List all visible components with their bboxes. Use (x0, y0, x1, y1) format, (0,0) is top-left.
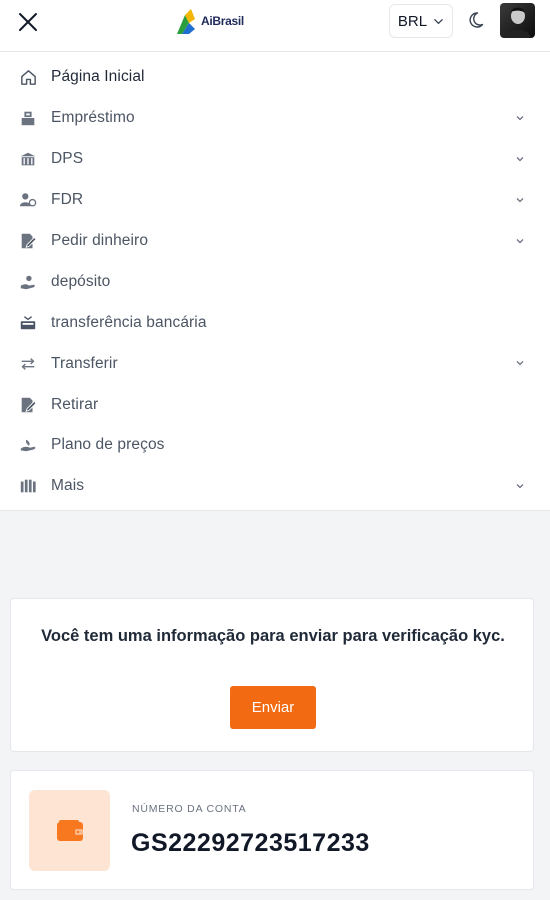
withdraw-icon (18, 395, 38, 415)
menu-item-label: Transferir (51, 354, 118, 372)
menu-item-label: depósito (51, 272, 111, 290)
chevron-down-icon (516, 197, 524, 203)
menu-item-home[interactable]: Página Inicial (0, 57, 550, 98)
menu-item-loan[interactable]: Empréstimo (0, 98, 550, 139)
account-number-label: NÚMERO DA CONTA (132, 803, 247, 815)
kyc-card: Você tem uma informação para enviar para… (10, 598, 534, 752)
menu-item-label: FDR (51, 191, 84, 209)
currency-select[interactable]: BRL (389, 4, 453, 38)
menu-item-wire-transfer[interactable]: transferência bancária (0, 302, 550, 343)
currency-value: BRL (397, 12, 428, 30)
close-icon[interactable] (16, 10, 40, 34)
loan-icon (18, 108, 38, 128)
account-card: NÚMERO DA CONTA GS22292723517233 (10, 770, 534, 890)
menu-item-more[interactable]: Mais (0, 466, 550, 507)
logo-text: AiBrasil (201, 14, 244, 28)
logo[interactable]: AiBrasil (171, 6, 244, 36)
menu-item-withdraw[interactable]: Retirar (0, 384, 550, 425)
pricing-plan-icon (18, 435, 38, 455)
menu-item-dps[interactable]: DPS (0, 139, 550, 180)
account-number: GS22292723517233 (131, 829, 370, 857)
menu-item-label: Retirar (51, 395, 99, 413)
chevron-down-icon (434, 18, 443, 24)
menu-item-transfer[interactable]: Transferir (0, 343, 550, 384)
side-menu: Página Inicial Empréstimo DPS FDR Pedir … (0, 52, 550, 511)
chevron-down-icon (516, 156, 524, 162)
top-bar: AiBrasil BRL (0, 0, 550, 52)
menu-item-label: Página Inicial (51, 68, 145, 86)
menu-item-label: DPS (51, 150, 84, 168)
menu-item-request-money[interactable]: Pedir dinheiro (0, 221, 550, 262)
home-icon (18, 67, 38, 87)
menu-item-deposit[interactable]: depósito (0, 261, 550, 302)
kyc-message: Você tem uma informação para enviar para… (41, 627, 505, 645)
chevron-down-icon (516, 238, 524, 243)
more-icon (18, 476, 38, 496)
wallet-icon (29, 790, 110, 871)
menu-item-label: transferência bancária (51, 313, 207, 331)
moon-icon[interactable] (469, 10, 489, 30)
send-button[interactable]: Enviar (230, 686, 316, 729)
user-deposit-icon (18, 190, 38, 210)
avatar[interactable] (500, 3, 535, 38)
wire-transfer-icon (18, 313, 38, 333)
transfer-arrows-icon (18, 354, 38, 374)
chevron-down-icon (516, 115, 524, 121)
menu-item-label: Pedir dinheiro (51, 232, 149, 249)
chevron-down-icon (516, 361, 524, 366)
menu-item-label: Empréstimo (51, 109, 135, 127)
request-money-icon (18, 231, 38, 251)
menu-item-fdr[interactable]: FDR (0, 180, 550, 221)
menu-item-label: Plano de preços (51, 436, 165, 454)
deposit-icon (18, 272, 38, 292)
menu-item-label: Mais (51, 477, 85, 495)
menu-item-pricing-plan[interactable]: Plano de preços (0, 425, 550, 466)
bank-icon (18, 149, 38, 169)
chevron-down-icon (516, 483, 524, 489)
logo-mark-icon (177, 9, 195, 34)
